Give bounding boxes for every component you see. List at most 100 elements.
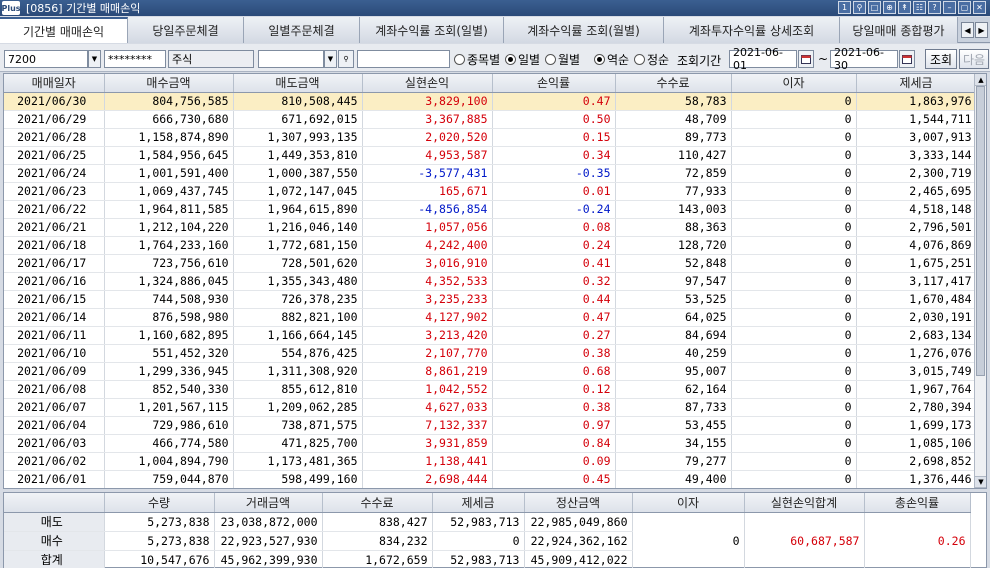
table-row[interactable]: 2021/06/28 1,158,874,890 1,307,993,135 2,02… — [4, 128, 977, 147]
help-icon[interactable]: ? — [928, 1, 941, 14]
buy-amount-cell: 729,986,610 — [104, 416, 234, 435]
table-row[interactable]: 2021/06/15 744,508,930 726,378,235 3,235,23… — [4, 290, 977, 309]
column-header[interactable]: 매매일자 — [4, 74, 105, 93]
table-row[interactable]: 2021/06/09 1,299,336,945 1,311,308,920 8,86… — [4, 362, 977, 381]
interest-cell: 0 — [731, 146, 857, 165]
table-row[interactable]: 2021/06/18 1,764,233,160 1,772,681,150 4,24… — [4, 236, 977, 255]
fee-cell: 72,859 — [615, 164, 732, 183]
sell-amount-cell: 1,355,343,480 — [233, 272, 363, 291]
pnl-rate-cell: 0.38 — [492, 398, 616, 417]
sell-amount-cell: 1,964,615,890 — [233, 200, 363, 219]
close-icon[interactable]: ✕ — [973, 1, 986, 14]
column-header[interactable]: 손익률 — [492, 74, 616, 93]
tab-left-icon[interactable]: ◀ — [961, 22, 974, 38]
table-row[interactable]: 2021/06/10 551,452,320 554,876,425 2,107,77… — [4, 344, 977, 363]
next-button[interactable]: 다음 — [959, 49, 989, 69]
scroll-up-icon[interactable]: ▲ — [975, 74, 986, 86]
summary-column-header: 총손익률 — [864, 493, 971, 513]
radio-daily[interactable]: 일별 — [505, 51, 540, 67]
table-row[interactable]: 2021/06/04 729,986,610 738,871,575 7,132,33… — [4, 416, 977, 435]
pnl-rate-cell: 0.08 — [492, 218, 616, 237]
stock-code-input[interactable] — [258, 50, 324, 68]
buy-amount-cell: 1,004,894,790 — [104, 452, 234, 471]
radio-desc[interactable]: 역순 — [594, 51, 629, 67]
table-row[interactable]: 2021/06/02 1,004,894,790 1,173,481,365 1,13… — [4, 452, 977, 471]
minimize-icon[interactable]: – — [943, 1, 956, 14]
table-row[interactable]: 2021/06/03 466,774,580 471,825,700 3,931,85… — [4, 434, 977, 453]
fee-cell: 62,164 — [615, 380, 732, 399]
password-input[interactable]: ******** — [104, 50, 166, 68]
column-header[interactable]: 제세금 — [856, 74, 977, 93]
pnl-rate-cell: 0.38 — [492, 344, 616, 363]
stock-search-icon[interactable]: ⚲ — [338, 50, 354, 68]
buy-amount-cell: 551,452,320 — [104, 344, 234, 363]
radio-monthly[interactable]: 월별 — [545, 51, 580, 67]
column-header[interactable]: 수수료 — [615, 74, 732, 93]
pnl-grid: 매매일자 매수금액 매도금액 실현손익 손익률 수수료 이자 제세금 2021/06/30 80… — [3, 73, 987, 489]
tab-daily-orders[interactable]: 일별주문체결 — [244, 17, 360, 43]
table-row[interactable]: 2021/06/25 1,584,956,645 1,449,353,810 4,95… — [4, 146, 977, 165]
column-header[interactable]: 매수금액 — [104, 74, 234, 93]
query-button[interactable]: 조회 — [925, 49, 957, 69]
tab-account-return-monthly[interactable]: 계좌수익률 조회(월별) — [504, 17, 664, 43]
search-icon[interactable]: ⚲ — [853, 1, 866, 14]
tab-today-orders[interactable]: 당일주문체결 — [128, 17, 244, 43]
realized-pnl-total-cell: 60,687,587 — [744, 512, 865, 568]
table-row[interactable]: 2021/06/08 852,540,330 855,612,810 1,042,55… — [4, 380, 977, 399]
table-row[interactable]: 2021/06/07 1,201,567,115 1,209,062,285 4,62… — [4, 398, 977, 417]
column-header[interactable]: 실현손익 — [362, 74, 493, 93]
table-row[interactable]: 2021/06/01 759,044,870 598,499,160 2,698,44… — [4, 470, 977, 488]
scroll-thumb[interactable] — [976, 86, 985, 376]
table-row[interactable]: 2021/06/23 1,069,437,745 1,072,147,045 165,… — [4, 182, 977, 201]
stock-name-field — [357, 50, 450, 68]
scroll-down-icon[interactable]: ▼ — [975, 476, 986, 488]
sell-amount-cell: 1,000,387,550 — [233, 164, 363, 183]
trade-amount-cell: 45,962,399,930 — [214, 550, 323, 568]
table-row[interactable]: 2021/06/24 1,001,591,400 1,000,387,550 -3,5… — [4, 164, 977, 183]
table-row[interactable]: 2021/06/30 804,756,585 810,508,445 3,829,10… — [4, 92, 977, 111]
radio-asc[interactable]: 정순 — [634, 51, 669, 67]
start-date-input[interactable]: 2021-06-01 — [729, 46, 797, 72]
buy-amount-cell: 1,764,233,160 — [104, 236, 234, 255]
fee-cell: 834,232 — [322, 531, 433, 551]
column-header[interactable]: 이자 — [731, 74, 857, 93]
interest-cell: 0 — [731, 452, 857, 471]
table-row[interactable]: 2021/06/21 1,212,104,220 1,216,046,140 1,05… — [4, 218, 977, 237]
realized-pnl-cell: 1,138,441 — [362, 452, 493, 471]
tab-period-pnl[interactable]: 기간별 매매손익 — [0, 17, 128, 43]
account-dropdown-icon[interactable]: ▼ — [88, 50, 101, 68]
fee-cell: 87,733 — [615, 398, 732, 417]
zoom-icon[interactable]: ⊕ — [883, 1, 896, 14]
calendar-icon[interactable] — [798, 50, 814, 68]
tab-daily-trading-summary[interactable]: 당일매매 종합평가 — [840, 17, 958, 43]
pin-icon[interactable]: ↟ — [898, 1, 911, 14]
stock-dropdown-icon[interactable]: ▼ — [324, 50, 337, 68]
tab-account-return-daily[interactable]: 계좌수익률 조회(일별) — [360, 17, 504, 43]
link-number-icon[interactable]: 1 — [838, 1, 851, 14]
grid-scrollbar[interactable]: ▲ ▼ — [974, 74, 986, 488]
interest-cell: 0 — [731, 218, 857, 237]
maximize-icon[interactable]: ▢ — [958, 1, 971, 14]
tax-cell: 4,518,148 — [856, 200, 977, 219]
tax-cell: 1,544,711 — [856, 110, 977, 129]
interest-cell: 0 — [731, 290, 857, 309]
table-row[interactable]: 2021/06/17 723,756,610 728,501,620 3,016,91… — [4, 254, 977, 273]
realized-pnl-cell: 7,132,337 — [362, 416, 493, 435]
table-row[interactable]: 2021/06/29 666,730,680 671,692,015 3,367,88… — [4, 110, 977, 129]
table-row[interactable]: 2021/06/16 1,324,886,045 1,355,343,480 4,35… — [4, 272, 977, 291]
table-row[interactable]: 2021/06/14 876,598,980 882,821,100 4,127,90… — [4, 308, 977, 327]
interest-cell: 0 — [731, 110, 857, 129]
sell-amount-cell: 728,501,620 — [233, 254, 363, 273]
end-date-input[interactable]: 2021-06-30 — [830, 46, 898, 72]
pnl-rate-cell: 0.41 — [492, 254, 616, 273]
settings-icon[interactable]: ☷ — [913, 1, 926, 14]
column-header[interactable]: 매도금액 — [233, 74, 363, 93]
table-row[interactable]: 2021/06/11 1,160,682,895 1,166,664,145 3,21… — [4, 326, 977, 345]
calendar-icon[interactable] — [899, 50, 915, 68]
radio-by-stock[interactable]: 종목별 — [454, 51, 500, 67]
account-input[interactable]: 7200 — [4, 50, 88, 68]
tab-investment-return-detail[interactable]: 계좌투자수익률 상세조회 — [664, 17, 840, 43]
table-row[interactable]: 2021/06/22 1,964,811,585 1,964,615,890 -4,8… — [4, 200, 977, 219]
window-icon[interactable]: □ — [868, 1, 881, 14]
tab-right-icon[interactable]: ▶ — [975, 22, 988, 38]
